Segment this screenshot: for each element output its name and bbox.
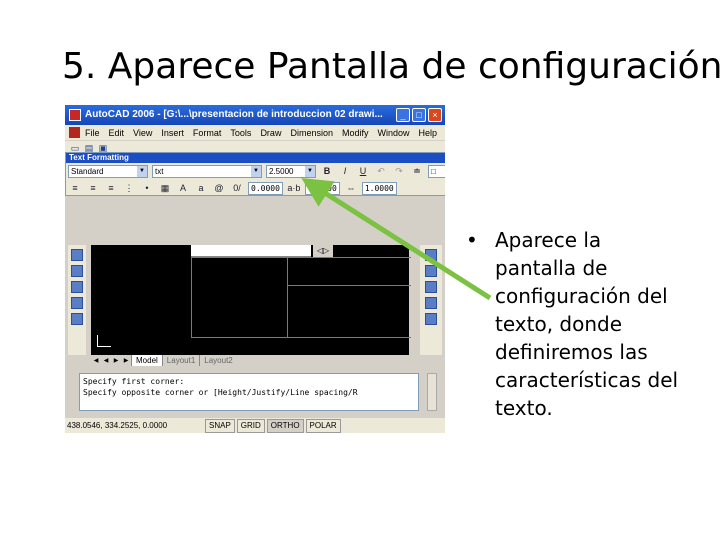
chevron-down-icon: ▼ <box>251 165 261 177</box>
bold-icon[interactable]: B <box>320 165 334 178</box>
circle-tool-icon[interactable] <box>71 281 83 293</box>
snap-toggle[interactable]: SNAP <box>205 418 235 433</box>
line-tool-icon[interactable] <box>71 249 83 261</box>
offset-tool-icon[interactable] <box>425 297 437 309</box>
ortho-toggle[interactable]: ORTHO <box>266 418 304 433</box>
drawing-canvas[interactable]: ◁▷ <box>91 245 411 355</box>
command-window[interactable]: Specify first corner: Specify opposite c… <box>79 373 419 411</box>
tracking-icon: a·b <box>287 182 301 193</box>
width-factor-input[interactable]: 1.0000 <box>361 181 397 195</box>
polar-toggle[interactable]: POLAR <box>305 418 341 433</box>
align-left-icon[interactable]: ≡ <box>68 182 82 195</box>
uppercase-icon[interactable]: A <box>176 182 190 195</box>
slide-title: 5. Aparece Pantalla de configuración <box>62 46 720 87</box>
ruler-toggle[interactable]: ◁▷ <box>313 245 333 257</box>
chevron-down-icon: ▼ <box>305 165 315 177</box>
window-title: AutoCAD 2006 - [G:\...\presentacion de i… <box>85 109 383 120</box>
align-right-icon[interactable]: ≡ <box>104 182 118 195</box>
drawing-line <box>191 337 411 338</box>
autocad-screenshot: AutoCAD 2006 - [G:\...\presentacion de i… <box>65 105 445 433</box>
command-line: Specify opposite corner or [Height/Justi… <box>83 388 358 397</box>
text-formatting-row-1: Standard ▼ txt ▼ 2.5000 ▼ B I U ↶ ↷ ≐ □ … <box>68 164 445 178</box>
menu-format[interactable]: Format <box>193 128 222 138</box>
menu-tools[interactable]: Tools <box>230 128 251 138</box>
modify-toolbar <box>420 245 442 355</box>
tab-layout1[interactable]: Layout1 <box>161 355 199 366</box>
drawing-line <box>287 257 288 337</box>
first-tab-icon[interactable]: ◀ <box>91 357 101 364</box>
text-editor-box[interactable] <box>191 245 311 257</box>
text-formatting-row-2: ≡ ≡ ≡ ⋮ • ▦ A a @ 0/ 0.0000 a·b 1.0000 ⇔… <box>68 181 397 195</box>
text-style-select[interactable]: Standard ▼ <box>68 164 148 178</box>
numbering-icon[interactable]: ⋮ <box>122 182 136 195</box>
arc-tool-icon[interactable] <box>71 297 83 309</box>
redo-icon[interactable]: ↷ <box>392 165 406 178</box>
align-center-icon[interactable]: ≡ <box>86 182 100 195</box>
coordinate-readout: 438.0546, 334.2525, 0.0000 <box>67 421 168 430</box>
grid-toggle[interactable]: GRID <box>236 418 265 433</box>
draw-toolbar <box>68 245 86 355</box>
oblique-angle-input[interactable]: 0.0000 <box>248 181 283 195</box>
drawing-line <box>191 257 411 258</box>
autocad-app-icon <box>69 109 81 121</box>
close-button[interactable]: × <box>428 108 442 122</box>
font-value: txt <box>155 166 164 176</box>
lowercase-icon[interactable]: a <box>194 182 208 195</box>
font-select[interactable]: txt ▼ <box>152 164 262 178</box>
erase-tool-icon[interactable] <box>425 249 437 261</box>
tab-layout2[interactable]: Layout2 <box>199 355 236 366</box>
chevron-down-icon: ▼ <box>137 165 147 177</box>
color-icon: □ <box>431 166 436 176</box>
field-icon[interactable]: ▦ <box>158 182 172 195</box>
command-line: Specify first corner: <box>83 377 185 386</box>
copy-tool-icon[interactable] <box>425 265 437 277</box>
stack-icon[interactable]: ≐ <box>410 165 424 178</box>
menu-insert[interactable]: Insert <box>161 128 184 138</box>
menu-bar: File Edit View Insert Format Tools Draw … <box>65 125 445 140</box>
bullet-marker: • <box>466 228 478 252</box>
window-titlebar[interactable]: AutoCAD 2006 - [G:\...\presentacion de i… <box>65 105 445 125</box>
minimize-button[interactable]: _ <box>396 108 410 122</box>
menu-file[interactable]: File <box>85 128 100 138</box>
italic-icon[interactable]: I <box>338 165 352 178</box>
text-formatting-toolbar: Text Formatting Standard ▼ txt ▼ 2.5000 … <box>65 152 445 196</box>
document-icon[interactable] <box>69 127 80 138</box>
tab-model[interactable]: Model <box>131 355 162 366</box>
tracking-input[interactable]: 1.0000 <box>304 181 340 195</box>
menu-draw[interactable]: Draw <box>260 128 281 138</box>
status-bar: 438.0546, 334.2525, 0.0000 SNAP GRID ORT… <box>65 418 445 433</box>
oblique-angle-icon: 0/ <box>233 182 241 193</box>
mirror-tool-icon[interactable] <box>425 281 437 293</box>
bullets-icon[interactable]: • <box>140 182 154 195</box>
width-factor-icon: ⇔ <box>346 182 356 193</box>
next-tab-icon[interactable]: ▶ <box>111 357 121 364</box>
menu-view[interactable]: View <box>133 128 152 138</box>
drawing-line <box>287 285 411 286</box>
polyline-tool-icon[interactable] <box>71 265 83 277</box>
menu-window[interactable]: Window <box>378 128 410 138</box>
undo-icon[interactable]: ↶ <box>374 165 388 178</box>
maximize-button[interactable]: □ <box>412 108 426 122</box>
prev-tab-icon[interactable]: ◀ <box>101 357 111 364</box>
text-formatting-header[interactable]: Text Formatting <box>66 153 445 163</box>
array-tool-icon[interactable] <box>425 313 437 325</box>
last-tab-icon[interactable]: ▶ <box>121 357 131 364</box>
symbol-icon[interactable]: @ <box>212 182 226 195</box>
rectangle-tool-icon[interactable] <box>71 313 83 325</box>
color-select[interactable]: □ ▼ <box>428 164 445 178</box>
menu-edit[interactable]: Edit <box>109 128 125 138</box>
menu-help[interactable]: Help <box>419 128 438 138</box>
menu-dimension[interactable]: Dimension <box>290 128 333 138</box>
drawing-line <box>191 257 192 337</box>
underline-icon[interactable]: U <box>356 165 370 178</box>
layout-tabs: ◀ ◀ ▶ ▶ Model Layout1 Layout2 <box>91 355 409 366</box>
window-controls: _ □ × <box>396 108 442 122</box>
text-style-value: Standard <box>71 166 104 176</box>
bullet-text: Aparece la pantalla de configuración del… <box>495 228 679 420</box>
ucs-icon <box>97 335 111 347</box>
command-scrollbar[interactable] <box>427 373 437 411</box>
text-height-value: 2.5000 <box>269 166 294 176</box>
menu-modify[interactable]: Modify <box>342 128 369 138</box>
text-height-select[interactable]: 2.5000 ▼ <box>266 164 316 178</box>
